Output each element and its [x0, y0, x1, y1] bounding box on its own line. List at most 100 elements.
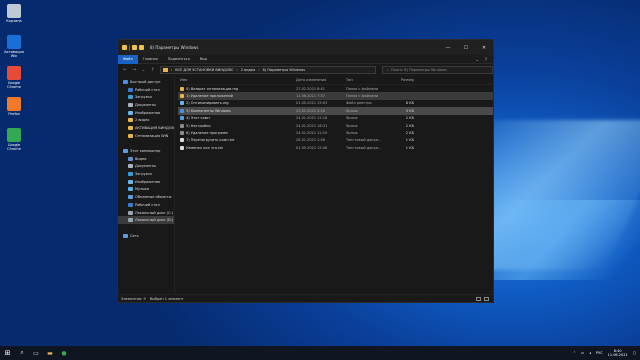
file-name-cell: 5) Настройки	[178, 123, 296, 128]
sidebar-item[interactable]: 2 видео	[118, 116, 174, 124]
sidebar-item[interactable]: Оптимизация WIN	[118, 132, 174, 140]
file-row[interactable]: 1) Удаление приложений 11.06.2021 7:37 Пап…	[178, 92, 493, 100]
file-name-cell: 3) Компоненты Windows	[178, 108, 296, 113]
file-row[interactable]: 6) Удаление программ 24.01.2021 12:19 Ярлы…	[178, 129, 493, 136]
sidebar-item[interactable]: Изображения	[118, 178, 174, 186]
address-path[interactable]: › ВСЕ ДЛЯ УСТАНОВКИ ВИНДОВС › 2 видео › …	[159, 66, 376, 74]
sidebar-item[interactable]: Изображения	[118, 109, 174, 117]
minimize-button[interactable]: —	[439, 40, 457, 55]
quick-access-toolbar[interactable]	[122, 44, 144, 51]
breadcrumb-item[interactable]: 8) Параметры Windows	[263, 68, 305, 72]
file-row[interactable]: 3) Компоненты Windows 22.01.2021 2:16 Ярлы…	[178, 107, 493, 115]
column-name[interactable]: Имя	[178, 78, 296, 82]
sidebar-item[interactable]: Рабочий стол	[118, 86, 174, 94]
tab-file[interactable]: Файл	[118, 54, 138, 64]
folder-icon	[128, 118, 133, 123]
window-title: 8) Параметры Windows	[150, 45, 199, 50]
start-button[interactable]: ⊞	[0, 346, 15, 360]
sidebar-item[interactable]: Загрузки	[118, 93, 174, 101]
column-size[interactable]: Размер	[388, 78, 414, 82]
file-name: Изменил кое что.txt	[186, 145, 223, 150]
file-type: Файл реестра	[346, 101, 372, 106]
file-row[interactable]: 7) Перезагрузить комп.txt 28.01.2021 1:46…	[178, 137, 493, 144]
desktop-icon[interactable]: Google Chrome	[2, 128, 26, 151]
file-icon	[180, 101, 184, 106]
title-bar[interactable]: 8) Параметры Windows — ☐ ✕	[118, 40, 493, 55]
sidebar-item[interactable]: Рабочий стол	[118, 201, 174, 209]
sidebar-item[interactable]: Загрузки	[118, 170, 174, 178]
desktop-icon[interactable]: Корзина	[2, 4, 26, 23]
desktop-icon-label: Google Chrome	[7, 143, 21, 151]
folder-icon	[123, 149, 128, 154]
search-icon: ⌕	[386, 68, 389, 72]
sidebar-item[interactable]: Объемные объекты	[118, 193, 174, 201]
taskbar: ⊞ ⌕ ▭ ▬ ● ⌃ ▭ ◂ РУС 8:40 11.06.2021 ▢	[0, 346, 640, 360]
sidebar-item[interactable]: Этот компьютер	[118, 147, 174, 155]
file-type: Ярлык	[346, 108, 358, 113]
new-folder-icon[interactable]	[139, 45, 144, 50]
desktop-icon[interactable]: Активация Win	[2, 35, 26, 58]
folder-icon	[128, 172, 133, 177]
sidebar-item[interactable]: Видео	[118, 155, 174, 163]
sidebar-item[interactable]: АКТИВАЦИЯ ВИНДОВС	[118, 124, 174, 132]
tab-home[interactable]: Главная	[138, 55, 163, 64]
sidebar-item[interactable]	[118, 224, 174, 232]
folder-icon	[123, 233, 128, 238]
sidebar-item[interactable]: Документы	[118, 163, 174, 171]
file-row[interactable]: 5) Настройки 24.01.2021 16:31 Ярлык 2 КБ	[178, 122, 493, 129]
notification-icon[interactable]: ▢	[633, 351, 636, 355]
desktop-icon[interactable]: Firefox	[2, 97, 26, 116]
tab-share[interactable]: Поделиться	[163, 55, 195, 64]
up-icon[interactable]: ↑	[151, 67, 155, 73]
folder-icon	[123, 79, 128, 84]
maximize-button[interactable]: ☐	[457, 40, 475, 55]
file-explorer-icon[interactable]: ▬	[43, 346, 57, 360]
desktop-icon[interactable]: Google Chrome	[2, 66, 26, 89]
sidebar-item[interactable]: Сеть	[118, 232, 174, 240]
search-icon[interactable]: ⌕	[15, 346, 29, 360]
forward-icon[interactable]: →	[132, 67, 136, 73]
file-size: 8 КБ	[405, 101, 414, 106]
chevron-up-icon[interactable]: ⌃	[573, 351, 576, 355]
breadcrumb-item[interactable]: ВСЕ ДЛЯ УСТАНОВКИ ВИНДОВС	[175, 68, 233, 72]
item-count: Элементов: 9	[121, 296, 146, 301]
chevron-down-icon[interactable]: ⌄	[141, 67, 145, 73]
task-view-icon[interactable]: ▭	[29, 346, 43, 360]
folder-icon	[162, 68, 168, 72]
file-row[interactable]: 4) Этот комп 24.01.2021 12:18 Ярлык 2 КБ	[178, 115, 493, 122]
sidebar-item[interactable]: Документы	[118, 101, 174, 109]
details-view-icon[interactable]	[476, 296, 481, 301]
sidebar-item-label: Быстрый доступ	[130, 79, 161, 84]
back-icon[interactable]: ←	[123, 67, 127, 73]
sidebar-item[interactable]: Музыка	[118, 186, 174, 194]
column-date[interactable]: Дата изменения	[296, 78, 346, 82]
file-name-cell: 0) Возврат оптимизации.reg	[178, 86, 296, 91]
properties-icon[interactable]	[132, 45, 137, 50]
volume-icon[interactable]: ◂	[589, 351, 591, 355]
file-type: Текстовый докум...	[346, 138, 382, 143]
file-name-cell: 2) Оптимизировать.reg	[178, 101, 296, 106]
file-row[interactable]: 2) Оптимизировать.reg 01.05.2021 15:03 Фай…	[178, 100, 493, 107]
file-size: 1 КБ	[405, 145, 414, 150]
sidebar-item[interactable]	[118, 140, 174, 148]
close-button[interactable]: ✕	[475, 40, 493, 55]
file-row[interactable]: 0) Возврат оптимизации.reg 27.02.2021 8:4…	[178, 85, 493, 92]
file-icon	[180, 94, 184, 99]
sidebar-item[interactable]: Локальный диск (C:)	[118, 209, 174, 217]
chevron-down-icon[interactable]: ⌄	[476, 55, 479, 64]
sidebar-item[interactable]: Локальный диск (D:)	[118, 216, 174, 225]
network-icon[interactable]: ▭	[581, 351, 584, 355]
sidebar-item-label: Загрузки	[135, 172, 152, 177]
clock[interactable]: 8:40 11.06.2021	[608, 349, 628, 358]
explorer-window[interactable]: 8) Параметры Windows — ☐ ✕ Файл Главная …	[117, 39, 494, 303]
help-icon[interactable]: ?	[485, 55, 487, 64]
column-type[interactable]: Тип	[346, 78, 388, 82]
file-row[interactable]: Изменил кое что.txt 01.05.2021 15:06 Текст…	[178, 144, 493, 151]
chrome-icon[interactable]: ●	[57, 346, 71, 360]
search-input[interactable]: ⌕ Поиск: 8) Параметры Windows	[381, 66, 493, 74]
tab-view[interactable]: Вид	[195, 55, 212, 64]
sidebar-item[interactable]: Быстрый доступ	[118, 78, 174, 86]
breadcrumb-item[interactable]: 2 видео	[241, 68, 255, 72]
tiles-view-icon[interactable]	[484, 296, 489, 301]
language-indicator[interactable]: РУС	[596, 351, 603, 355]
